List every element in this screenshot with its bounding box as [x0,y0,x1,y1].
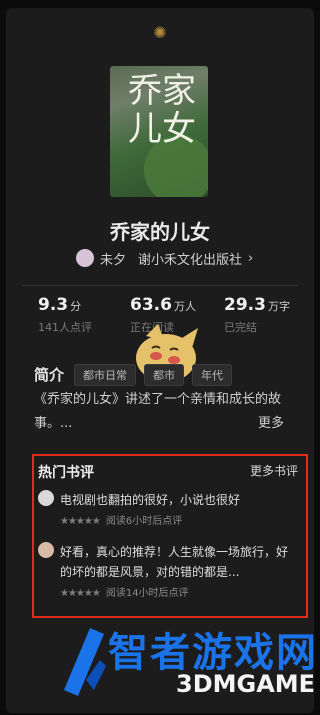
ornament-icon: ✺ [153,23,167,42]
author-avatar [76,249,94,267]
stat-value: 63.6 [130,295,172,315]
stat-unit: 万人 [173,300,196,313]
divider [22,285,298,286]
publisher-name[interactable]: 谢小禾文化出版社 [138,249,242,268]
stat-value: 9.3 [38,295,69,315]
reviewer-avatar [38,542,54,558]
stat-rating: 9.3 分 141人点评 [38,295,92,335]
intro-label: 简介 [34,366,65,384]
watermark-sub: 3DMGAME [176,670,316,698]
tag[interactable]: 年代 [192,364,232,386]
review-text: 电视剧也翻拍的很好，小说也很好 [60,493,241,507]
stat-words: 29.3 万字 已完结 [224,295,290,335]
more-reviews-button[interactable]: 更多书评 [250,462,298,479]
author-name[interactable]: 未夕 [100,249,126,268]
reviews-title: 热门书评 [38,465,94,481]
book-cover[interactable]: 乔家 儿女 [110,66,208,197]
review-text: 好看，真心的推荐！人生就像一场旅行，好的坏的都是风景，对的错的都是... [60,545,289,579]
cover-text: 乔家 儿女 [128,71,196,149]
stat-value: 29.3 [224,295,266,315]
reviewer-avatar [38,490,54,506]
stat-unit: 分 [70,300,82,313]
review-time: 阅读14小时后点评 [105,588,189,599]
chevron-right-icon: › [248,250,254,266]
star-rating-icon: ★★★★★ [60,516,101,527]
watermark-logo-icon [64,628,106,696]
stat-sub: 141人点评 [38,321,92,334]
hot-reviews-section: 热门书评 更多书评 电视剧也翻拍的很好，小说也很好 ★★★★★ 阅读6小时后点评 … [32,454,308,618]
author-row[interactable]: 未夕 谢小禾文化出版社 › [76,248,253,268]
tag[interactable]: 都市 [144,364,184,386]
tag[interactable]: 都市日常 [74,364,136,386]
review-time: 阅读6小时后点评 [105,516,183,527]
review-meta: ★★★★★ 阅读6小时后点评 [60,512,182,527]
book-description: 《乔家的儿女》讲述了一个亲情和成长的故事。... [34,392,282,431]
more-intro-button[interactable]: 更多 [258,412,284,431]
review-item[interactable]: 电视剧也翻拍的很好，小说也很好 ★★★★★ 阅读6小时后点评 [38,490,300,530]
stat-unit: 万字 [267,300,290,313]
book-title: 乔家的儿女 [110,220,210,244]
star-rating-icon: ★★★★★ [60,588,101,599]
stat-sub: 已完结 [224,321,257,334]
review-meta: ★★★★★ 阅读14小时后点评 [60,584,189,599]
watermark: 智者游戏网 3DMGAME [56,612,320,712]
tag-list: 都市日常 都市 年代 [74,364,232,386]
review-item[interactable]: 好看，真心的推荐！人生就像一场旅行，好的坏的都是风景，对的错的都是... ★★★… [38,542,300,608]
